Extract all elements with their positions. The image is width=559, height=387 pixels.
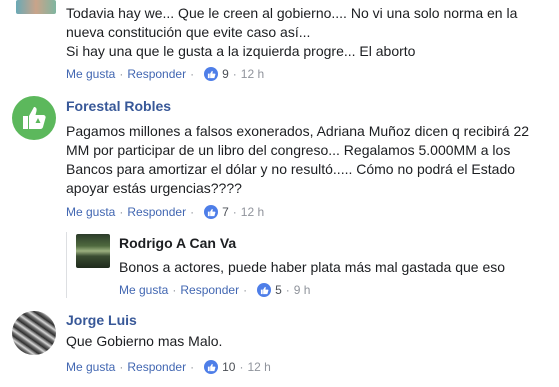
comment-actions: Me gusta · Responder · 7 · 12 h — [66, 205, 264, 219]
separator: · — [119, 205, 124, 219]
separator: · — [232, 67, 237, 81]
timestamp[interactable]: 12 h — [241, 67, 264, 81]
thumbs-up-icon[interactable] — [257, 283, 272, 297]
avatar[interactable] — [76, 234, 110, 268]
separator: · — [243, 283, 248, 297]
comment-actions: Me gusta · Responder · 5 · 9 h — [119, 283, 310, 297]
like-button[interactable]: Me gusta — [66, 67, 115, 81]
comment-line: Que Gobierno mas Malo. — [66, 333, 223, 349]
comment-line: MM por participar de un libro del congre… — [66, 142, 511, 158]
comment-actions: Me gusta · Responder · 9 · 12 h — [66, 67, 264, 81]
comment-actions: Me gusta · Responder · 10 · 12 h — [66, 360, 271, 374]
reply-button[interactable]: Responder — [180, 283, 239, 297]
separator: · — [172, 283, 177, 297]
separator: · — [190, 360, 195, 374]
comment-author[interactable]: Jorge Luis — [66, 312, 137, 328]
comment-text: Pagamos millones a falsos exonerados, Ad… — [66, 122, 546, 198]
like-count[interactable]: 5 — [275, 283, 282, 297]
separator: · — [190, 205, 195, 219]
separator: · — [239, 360, 244, 374]
like-count[interactable]: 10 — [222, 360, 235, 374]
thumbs-up-icon[interactable] — [204, 360, 219, 374]
like-count[interactable]: 7 — [222, 205, 229, 219]
comment-text: Todavia hay we... Que le creen al gobier… — [66, 4, 546, 61]
comment-line: Todavia hay we... Que le creen al gobier… — [66, 5, 518, 21]
comment-author[interactable]: Forestal Robles — [66, 98, 171, 114]
comment-line: Pagamos millones a falsos exonerados, Ad… — [66, 123, 530, 139]
timestamp[interactable]: 9 h — [294, 283, 311, 297]
separator: · — [119, 67, 124, 81]
like-button[interactable]: Me gusta — [66, 360, 115, 374]
timestamp[interactable]: 12 h — [241, 205, 264, 219]
comment-line: Bonos a actores, puede haber plata más m… — [119, 259, 506, 275]
comment-line: Si hay una que le gusta a la izquierda p… — [66, 43, 416, 59]
comment-line: Bancos para amortizar el dólar y no resu… — [66, 161, 516, 177]
comment-text: Bonos a actores, puede haber plata más m… — [119, 258, 549, 277]
reply-button[interactable]: Responder — [127, 67, 186, 81]
thumbs-up-logo-icon — [23, 107, 46, 129]
separator: · — [119, 360, 124, 374]
thumbs-up-icon[interactable] — [204, 67, 219, 81]
comment-text: Que Gobierno mas Malo. — [66, 332, 546, 351]
avatar[interactable] — [12, 311, 56, 355]
separator: · — [190, 67, 195, 81]
avatar[interactable] — [16, 0, 56, 14]
avatar[interactable] — [12, 96, 56, 140]
timestamp[interactable]: 12 h — [247, 360, 270, 374]
separator: · — [285, 283, 290, 297]
reply-button[interactable]: Responder — [127, 205, 186, 219]
comment-author[interactable]: Rodrigo A Can Va — [119, 235, 236, 251]
comment-line: apoyar estás urgencias???? — [66, 180, 242, 196]
like-button[interactable]: Me gusta — [119, 283, 168, 297]
reply-button[interactable]: Responder — [127, 360, 186, 374]
like-count[interactable]: 9 — [222, 67, 229, 81]
like-button[interactable]: Me gusta — [66, 205, 115, 219]
comment-line: nueva constitución que evite caso así... — [66, 24, 311, 40]
separator: · — [232, 205, 237, 219]
thumbs-up-icon[interactable] — [204, 205, 219, 219]
reply-thread-line — [66, 232, 67, 298]
